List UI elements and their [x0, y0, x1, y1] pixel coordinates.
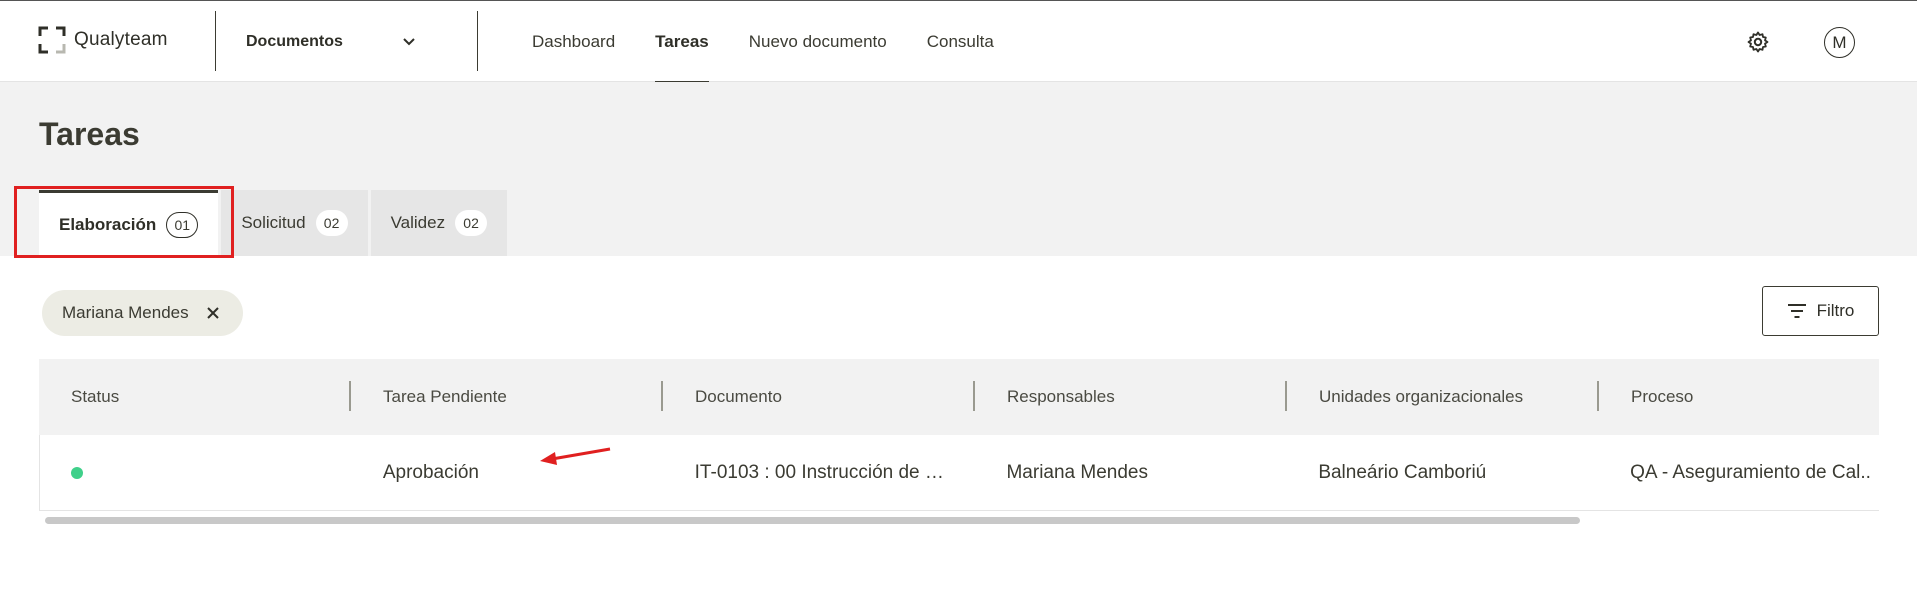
close-icon[interactable] [205, 305, 221, 321]
column-label: Tarea Pendiente [383, 387, 507, 406]
filter-icon [1787, 304, 1806, 318]
column-label: Responsables [1007, 387, 1115, 406]
main-nav: Dashboard Tareas Nuevo documento Consult… [512, 1, 1014, 83]
tab-label: Solicitud [241, 213, 306, 232]
cell-responsables: Mariana Mendes [975, 435, 1287, 511]
cell-status [40, 435, 352, 511]
logo-icon [38, 26, 66, 54]
column-label: Status [71, 387, 120, 406]
nav-dashboard[interactable]: Dashboard [512, 1, 635, 83]
table-row[interactable]: Aprobación IT-0103 : 00 Instrucción de …… [39, 435, 1879, 511]
tab-validez[interactable]: Validez 02 [370, 190, 508, 256]
column-header-responsables[interactable]: Responsables [975, 359, 1287, 435]
column-label: Documento [695, 387, 782, 406]
divider [477, 11, 478, 71]
count-badge: 01 [166, 211, 199, 238]
tab-label: Elaboración [59, 214, 157, 234]
page-title: Tareas [39, 116, 140, 152]
cell-proceso: QA - Aseguramiento de Cal.. [1599, 435, 1879, 511]
task-tabs: Elaboración 01 Solicitud 02 Validez 02 [39, 190, 508, 256]
column-header-documento[interactable]: Documento [663, 359, 975, 435]
nav-consulta[interactable]: Consulta [907, 1, 1014, 83]
count-badge: 02 [455, 210, 488, 236]
tab-elaboracion[interactable]: Elaboración 01 [39, 190, 219, 256]
filter-button[interactable]: Filtro [1762, 286, 1879, 336]
module-selector[interactable]: Documentos [216, 1, 446, 83]
cell-text: Aprobación [382, 462, 479, 483]
column-label: Proceso [1631, 387, 1694, 406]
cell-unidades: Balneário Camboriú [1287, 435, 1599, 511]
column-label: Unidades organizacionales [1319, 387, 1524, 406]
tab-label: Validez [390, 213, 446, 232]
column-header-unidades[interactable]: Unidades organizacionales [1287, 359, 1599, 435]
count-badge: 02 [315, 210, 348, 236]
qualyteam-logo[interactable]: Qualyteam [38, 26, 168, 54]
filter-button-label: Filtro [1816, 301, 1855, 320]
horizontal-scrollbar[interactable] [45, 517, 1580, 524]
table-header: Status Tarea Pendiente Documento Respons… [39, 359, 1879, 435]
chevron-down-icon [403, 38, 415, 46]
gear-icon[interactable] [1746, 30, 1770, 54]
filter-chip-label: Mariana Mendes [62, 303, 189, 322]
cell-documento: IT-0103 : 00 Instrucción de … [664, 435, 976, 511]
cell-text: Balneário Camboriú [1318, 462, 1487, 483]
cell-text: IT-0103 : 00 Instrucción de … [694, 462, 944, 483]
logo-text: Qualyteam [74, 29, 168, 50]
module-selector-label: Documentos [246, 33, 343, 50]
tab-solicitud[interactable]: Solicitud 02 [221, 190, 368, 256]
status-dot [71, 467, 83, 479]
tasks-table: Status Tarea Pendiente Documento Respons… [39, 359, 1879, 511]
top-navigation-bar: Qualyteam Documentos Dashboard Tareas Nu… [0, 0, 1917, 83]
nav-nuevo-documento[interactable]: Nuevo documento [729, 1, 907, 83]
user-avatar[interactable]: M [1824, 27, 1855, 58]
cell-text: Mariana Mendes [1006, 462, 1149, 483]
cell-tarea: Aprobación [352, 435, 664, 511]
nav-tareas[interactable]: Tareas [635, 1, 729, 83]
cell-text: QA - Aseguramiento de Cal.. [1630, 462, 1871, 483]
column-header-status[interactable]: Status [39, 359, 351, 435]
filter-chip: Mariana Mendes [42, 290, 243, 336]
column-header-tarea[interactable]: Tarea Pendiente [351, 359, 663, 435]
column-header-proceso[interactable]: Proceso [1599, 359, 1879, 435]
